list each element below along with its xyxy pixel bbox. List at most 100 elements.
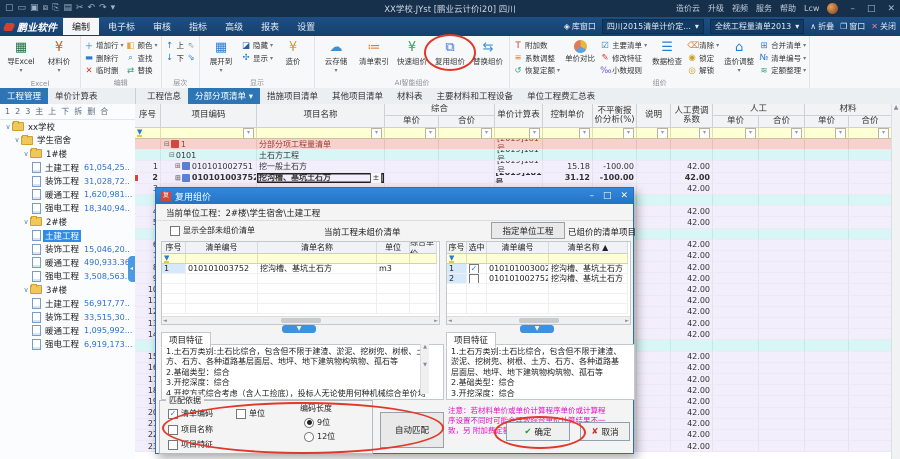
ribbon-material-price-button[interactable]: ¥材料价▾ <box>41 38 77 74</box>
tree-toolbar-button[interactable]: 删 <box>87 106 95 117</box>
ribbon-temp-delete-button[interactable]: ✕临时删 <box>84 65 124 77</box>
ribbon-cloud-storage-button[interactable]: ☁云存储▾ <box>318 38 354 74</box>
match-checkbox-3[interactable]: 项目特征 <box>168 439 213 450</box>
dialog-title-bar[interactable]: 复 复用组价 – □ ✕ <box>156 188 633 204</box>
ribbon-decimal-rule-button[interactable]: ‰小数规则 <box>600 65 647 77</box>
ribbon-edit-feature-button[interactable]: ✎修改特征 <box>600 53 647 65</box>
quick-redo-icon[interactable]: ↷ <box>99 3 107 13</box>
titlebar-item[interactable]: 视频 <box>732 3 748 14</box>
tree-item[interactable]: 强电工程6,919,173... <box>0 338 135 352</box>
ribbon-cost-button[interactable]: ¥造价 <box>275 38 311 67</box>
titlebar-item[interactable]: 升级 <box>708 3 724 14</box>
list-standard-select[interactable]: 全统工程量清单2013 ▾ <box>710 19 804 34</box>
item-name-cell[interactable]: 挖沟槽、基坑土石方± <box>257 173 385 184</box>
tree-item[interactable]: 强电工程18,340,94.. <box>0 202 135 216</box>
list-row[interactable] <box>162 284 439 294</box>
match-checkbox-2[interactable]: 项目名称 <box>168 424 213 435</box>
list-row[interactable] <box>162 274 439 284</box>
filter-dropdown-icon[interactable]: ▾ <box>835 128 846 139</box>
tree-toolbar-button[interactable]: 下 <box>61 106 69 117</box>
window-button[interactable]: ❐ 窗口 <box>840 21 865 32</box>
unpriced-list-table[interactable]: 序号清单编号清单名称单位综合单价▼1010101003752挖沟槽、基坑土石方m… <box>161 241 440 325</box>
filter-row[interactable]: ▼▾▾▾▾▾▾▾▾▾▾▾▾▾ <box>135 128 900 139</box>
close-project-button[interactable]: ✕ 关闭 <box>871 21 896 32</box>
tree-item[interactable]: ∨3#楼 <box>0 283 135 297</box>
filter-cell[interactable]: ▼ <box>135 128 161 139</box>
tree-item[interactable]: 暖通工程1,095,992... <box>0 324 135 338</box>
filter-cell[interactable]: ▼ <box>162 254 186 264</box>
tree-toolbar-button[interactable]: 1 <box>5 107 10 116</box>
tree-item[interactable]: ∨1#楼 <box>0 147 135 161</box>
filter-cell[interactable] <box>467 254 487 264</box>
filter-cell[interactable]: ▾ <box>805 128 849 139</box>
filter-cell[interactable]: ▾ <box>257 128 385 139</box>
tree-item[interactable]: 强电工程3,508,563... <box>0 270 135 284</box>
list-row[interactable]: 1✓010101003002挖沟槽、基坑土石方 <box>447 264 630 274</box>
ribbon-reuse-price-button[interactable]: ⧉复用组价 <box>432 38 468 67</box>
filter-dropdown-icon[interactable]: ▾ <box>657 128 668 139</box>
titlebar-item[interactable]: 帮助 <box>780 3 796 14</box>
titlebar-item[interactable]: 造价云 <box>676 3 700 14</box>
list-row[interactable] <box>162 304 439 314</box>
filter-cell[interactable]: ▾ <box>495 128 543 139</box>
scroll-left-icon[interactable]: ◄ <box>448 318 452 324</box>
list-row[interactable]: 2010101002752挖沟槽、基坑土石方 <box>447 274 630 284</box>
main-tab[interactable]: 主要材料和工程设备 <box>430 88 521 104</box>
ribbon-lock-button[interactable]: ◉锁定 <box>687 53 719 65</box>
ribbon-restore-quota-button[interactable]: ↺恢复定额▾ <box>513 65 560 77</box>
tree-toolbar-button[interactable]: 合 <box>100 106 108 117</box>
maximize-icon[interactable]: □ <box>603 191 612 201</box>
tree-toolbar-button[interactable]: 上 <box>48 106 56 117</box>
ribbon-price-compare-button[interactable]: 单价对比 <box>562 38 598 64</box>
cancel-button[interactable]: ✘ 取消 <box>580 422 630 441</box>
tree-item[interactable]: ∨xx学校 <box>0 120 135 134</box>
ribbon-color-button[interactable]: ◧颜色▾ <box>126 40 158 52</box>
quick-cut-icon[interactable]: ✂ <box>76 3 84 13</box>
filter-cell[interactable] <box>377 254 410 264</box>
list-row[interactable] <box>447 304 630 314</box>
list-row[interactable]: 1010101003752挖沟槽、基坑土石方m3 <box>162 264 439 274</box>
left-tab[interactable]: 工程管理 <box>0 88 48 104</box>
scroll-left-icon[interactable]: ◄ <box>163 318 167 324</box>
scroll-right-icon[interactable]: ► <box>434 318 438 324</box>
tree-toolbar-button[interactable]: 3 <box>25 107 30 116</box>
tree-toolbar-button[interactable]: 主 <box>35 106 43 117</box>
menu-tab[interactable]: 编制 <box>63 18 99 35</box>
ribbon-excel-button[interactable]: ▦导Excel▾ <box>3 38 39 74</box>
menu-tab[interactable]: 指标 <box>180 18 216 35</box>
main-tab[interactable]: 工程信息 <box>140 88 188 104</box>
restore-icon[interactable]: □ <box>867 4 876 14</box>
main-tab[interactable]: 其他项目清单 <box>325 88 390 104</box>
filter-dropdown-icon[interactable]: ▾ <box>699 128 710 139</box>
filter-cell[interactable] <box>410 254 437 264</box>
pricing-standard-select[interactable]: 四川2015清单计价定... ▾ <box>602 19 704 34</box>
collapse-minus-icon[interactable]: ⊟ <box>164 140 170 148</box>
list-row[interactable] <box>447 284 630 294</box>
table-row[interactable]: 1⊞010101002751挖一般土石方[2019]181号15.18-100.… <box>135 161 900 172</box>
tree-toolbar-button[interactable]: 拆 <box>74 106 82 117</box>
auto-match-button[interactable]: 自动匹配 <box>380 412 444 448</box>
collapse-minus-icon[interactable]: ⊟ <box>169 151 175 159</box>
ribbon-major-list-button[interactable]: ☑主要清单▾ <box>600 40 647 52</box>
quick-new-icon[interactable]: ▢ <box>5 3 14 13</box>
scroll-up-icon[interactable]: ▲ <box>892 104 900 111</box>
tree-item[interactable]: 装饰工程31,028,72.. <box>0 174 135 188</box>
ribbon-add-row-button[interactable]: ＋增加行▾ <box>84 40 124 52</box>
chevron-down-icon[interactable]: ∨ <box>13 136 21 144</box>
library-window-button[interactable]: ◈ 库窗口 <box>564 21 596 32</box>
main-tab[interactable]: 单位工程费汇总表 <box>520 88 602 104</box>
ribbon-show-button[interactable]: ✣显示▾ <box>241 53 273 65</box>
ribbon-addon-number-button[interactable]: T附加数 <box>513 40 560 52</box>
table-row[interactable]: 2⊞010101003752挖沟槽、基坑土石方±[2019]181号31.12-… <box>135 173 900 184</box>
minimize-icon[interactable]: – <box>850 4 855 14</box>
scrollbar-thumb[interactable] <box>519 318 559 323</box>
filter-dropdown-icon[interactable]: ▾ <box>623 128 634 139</box>
filter-cell[interactable]: ▾ <box>637 128 671 139</box>
feature-scrollbar[interactable]: ▲▼ <box>420 344 429 394</box>
quick-paste-icon[interactable]: ▤ <box>63 3 72 13</box>
filter-dropdown-icon[interactable]: ▾ <box>791 128 802 139</box>
filter-dropdown-icon[interactable]: ▾ <box>878 128 889 139</box>
show-all-unpriced-checkbox[interactable]: 显示全部未组价清单 <box>170 225 255 236</box>
collapse-ribbon-button[interactable]: ∧ 折叠 <box>810 21 834 32</box>
code-length-radio-1[interactable]: 12位 <box>304 431 335 442</box>
